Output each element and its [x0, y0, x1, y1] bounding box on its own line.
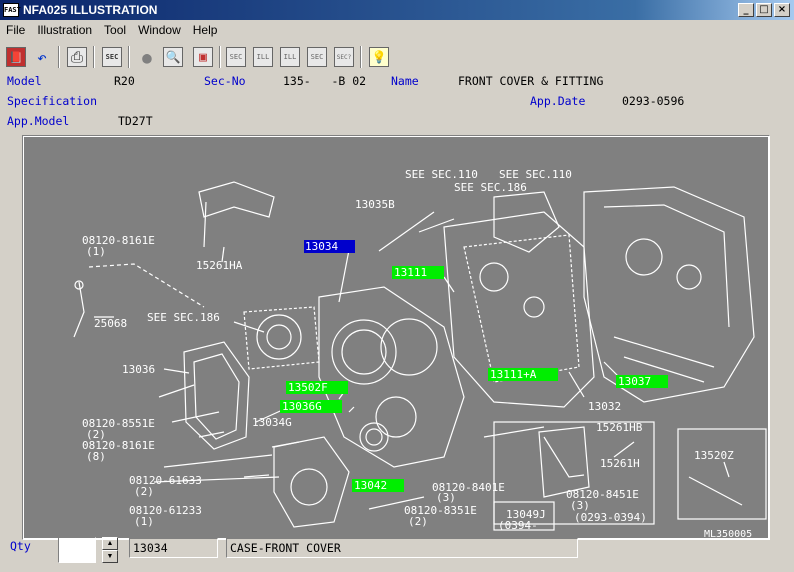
lightbulb-icon: 💡 [369, 47, 389, 67]
secno-label: Sec-No [204, 74, 246, 88]
menu-tool[interactable]: Tool [98, 23, 132, 37]
appmodel-value: TD27T [118, 114, 153, 128]
label-13032[interactable]: 13032 [588, 400, 621, 413]
menu-window[interactable]: Window [132, 23, 187, 37]
footer-bar: Qty ▲ ▼ 13034 CASE-FRONT COVER [0, 536, 794, 572]
qty-increment-button[interactable]: ▲ [102, 537, 118, 550]
sec-question-icon: SEC? [334, 47, 354, 67]
book-button[interactable]: 📕 [3, 44, 29, 70]
print-button[interactable]: ⎙ [64, 44, 90, 70]
ill-forward-icon: ILL [280, 47, 300, 67]
label-13034g[interactable]: 13034G [252, 416, 292, 429]
menu-bar: File Illustration Tool Window Help [0, 20, 794, 40]
part-13037[interactable]: 13037 [618, 375, 651, 388]
name-label: Name [391, 74, 419, 88]
label-15261h[interactable]: 15261H [600, 457, 640, 470]
close-button[interactable]: × [774, 3, 790, 17]
minimize-button[interactable]: _ [738, 3, 754, 17]
sec-button[interactable]: SEC [99, 44, 125, 70]
part-number-field: 13034 [129, 538, 218, 558]
menu-file[interactable]: File [0, 23, 31, 37]
label-date-from: (0394- [498, 519, 538, 532]
illustration-canvas[interactable]: SEE SEC.110 SEE SEC.110 SEE SEC.186 1303… [24, 137, 768, 538]
sec-back-button[interactable]: SEC [223, 44, 249, 70]
part-13111a[interactable]: 13111+A [490, 368, 537, 381]
print-icon: ⎙ [67, 47, 87, 67]
label-see-sec-110-b[interactable]: SEE SEC.110 [499, 168, 572, 181]
title-bar: FAST NFA025 ILLUSTRATION _ □ × [0, 0, 794, 20]
appmodel-label: App.Model [7, 114, 70, 128]
ill-back-button[interactable]: ILL [250, 44, 276, 70]
label-date-range: (0293-0394) [574, 511, 647, 524]
ill-back-icon: ILL [253, 47, 273, 67]
sec-forward-button[interactable]: SEC [304, 44, 330, 70]
qty-input[interactable] [58, 537, 96, 563]
label-15261hb[interactable]: 15261HB [596, 421, 643, 434]
menu-illustration[interactable]: Illustration [31, 23, 98, 37]
part-13502f[interactable]: 13502F [288, 381, 328, 394]
model-value: R20 [114, 74, 135, 88]
part-name-field: CASE-FRONT COVER [226, 538, 578, 558]
appdate-value: 0293-0596 [622, 94, 685, 108]
label-see-sec-110-a[interactable]: SEE SEC.110 [405, 168, 478, 181]
label-qty-3a: (3) [436, 491, 456, 504]
maximize-button[interactable]: □ [756, 3, 772, 17]
label-qty-1a: (1) [86, 245, 106, 258]
label-15261ha[interactable]: 15261HA [196, 259, 243, 272]
label-13520z[interactable]: 13520Z [694, 449, 734, 462]
ill-forward-button[interactable]: ILL [277, 44, 303, 70]
label-qty-1b: (1) [134, 515, 154, 528]
undo-button[interactable]: ↶ [29, 44, 55, 70]
secno-value: 135- -B 02 [283, 74, 367, 88]
label-qty-8: (8) [86, 450, 106, 463]
window-title: NFA025 ILLUSTRATION [23, 3, 158, 17]
zoom-icon: 🔍 [163, 47, 183, 67]
sec-question-button[interactable]: SEC? [331, 44, 357, 70]
name-value: FRONT COVER & FITTING [458, 74, 604, 88]
sec-icon: SEC [102, 47, 122, 67]
part-13036g[interactable]: 13036G [282, 400, 322, 413]
label-see-sec-186-a[interactable]: SEE SEC.186 [454, 181, 527, 194]
qty-label: Qty [10, 539, 31, 553]
circle-button[interactable]: ● [134, 44, 160, 70]
label-qty-2c: (2) [408, 515, 428, 528]
label-qty-2b: (2) [134, 485, 154, 498]
label-13036[interactable]: 13036 [122, 363, 155, 376]
app-icon: FAST [3, 3, 21, 17]
book-icon: 📕 [6, 47, 26, 67]
undo-icon: ↶ [32, 47, 52, 67]
notebook-icon: ▣ [193, 47, 213, 67]
appdate-label: App.Date [530, 94, 586, 108]
notebook-button[interactable]: ▣ [190, 44, 216, 70]
qty-decrement-button[interactable]: ▼ [102, 550, 118, 563]
spec-label: Specification [7, 94, 98, 108]
zoom-button[interactable]: 🔍 [160, 44, 186, 70]
part-13042[interactable]: 13042 [354, 479, 387, 492]
model-label: Model [7, 74, 42, 88]
part-13111[interactable]: 13111 [394, 266, 427, 279]
sec-back-icon: SEC [226, 47, 246, 67]
label-13035b[interactable]: 13035B [355, 198, 395, 211]
app-window: FAST NFA025 ILLUSTRATION _ □ × File Illu… [0, 0, 794, 572]
label-see-sec-186-b[interactable]: SEE SEC.186 [147, 311, 220, 324]
sec-forward-icon: SEC [307, 47, 327, 67]
menu-help[interactable]: Help [187, 23, 224, 37]
label-25068[interactable]: 25068 [94, 317, 127, 330]
part-13034-selected[interactable]: 13034 [305, 240, 338, 253]
exploded-diagram: SEE SEC.110 SEE SEC.110 SEE SEC.186 1303… [73, 168, 767, 538]
lightbulb-button[interactable]: 💡 [366, 44, 392, 70]
toolbar: 📕 ↶ ⎙ SEC ● 🔍 ▣ SEC ILL ILL SEC SEC? 💡 [0, 42, 794, 72]
circle-icon: ● [137, 47, 157, 67]
